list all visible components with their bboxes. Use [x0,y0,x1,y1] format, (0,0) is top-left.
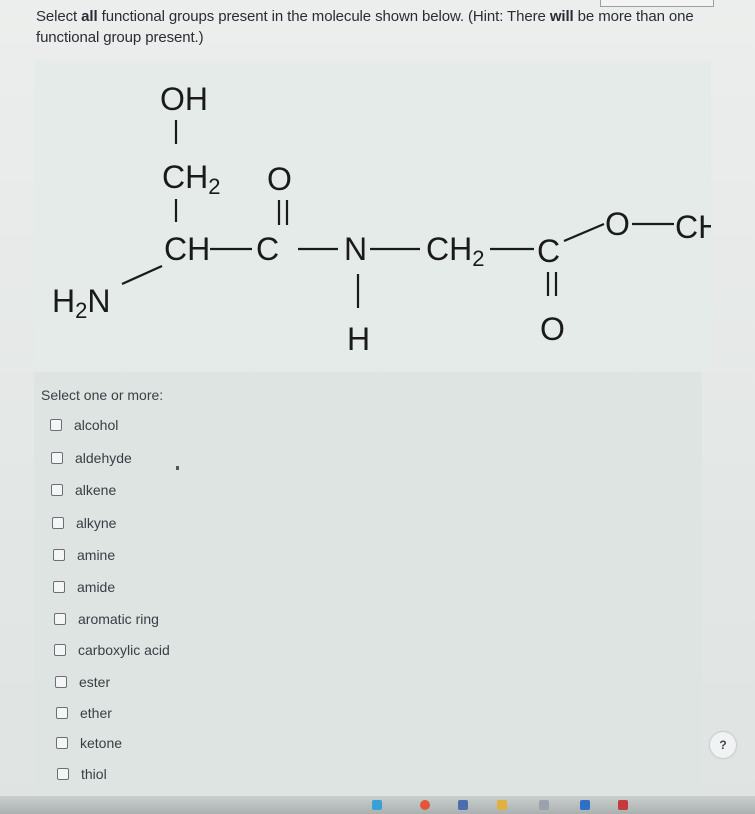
option-aromatic-ring[interactable]: aromatic ring [54,611,159,627]
ch-label: CH [164,231,210,267]
question-text: Select all functional groups present in … [36,8,694,46]
ether-o-label: O [605,206,630,242]
ch2-top-label: CH2 [162,159,220,199]
oh-label: OH [160,81,208,117]
option-ketone[interactable]: ketone [56,735,122,751]
option-aldehyde[interactable]: aldehyde [51,450,132,466]
answer-panel [34,372,702,792]
cursor-mark [176,466,179,470]
c1-label: C [256,231,279,267]
taskbar-app-icon[interactable] [539,800,549,810]
taskbar-browser-icon[interactable] [420,800,430,810]
checkbox-amide[interactable] [53,581,65,593]
select-prompt: Select one or more: [41,387,164,403]
taskbar-app-icon[interactable] [372,800,382,810]
checkbox-aldehyde[interactable] [51,452,63,464]
checkbox-thiol[interactable] [57,768,69,780]
h2n-label: H2N [52,283,110,323]
checkbox-alkene[interactable] [51,484,63,496]
option-carboxylic-acid[interactable]: carboxylic acid [54,642,170,658]
bond-h2n-ch [121,264,163,286]
h-label: H [347,321,370,357]
option-alkene[interactable]: alkene [51,482,116,498]
option-alkyne[interactable]: alkyne [52,515,116,531]
taskbar [0,796,755,814]
molecule-structure: OH CH2 O CH C N CH2 C O CH O H H2N [52,81,711,357]
ch3-label: CH3 [675,209,711,249]
c2-label: C [537,233,560,269]
checkbox-alkyne[interactable] [52,517,64,529]
option-ether[interactable]: ether [56,705,112,721]
option-ester[interactable]: ester [55,674,110,690]
help-button[interactable]: ? [710,732,736,758]
ch2-mid-label: CH2 [426,231,484,271]
n-label: N [344,231,367,267]
checkbox-ketone[interactable] [56,737,68,749]
carbonyl-o-bottom-label: O [540,311,565,347]
molecule-figure: OH CH2 O CH C N CH2 C O CH O H H2N [34,60,711,366]
option-thiol[interactable]: thiol [57,766,107,782]
taskbar-app-icon[interactable] [458,800,468,810]
checkbox-carboxylic-acid[interactable] [54,644,66,656]
bond-c2-o [563,222,605,243]
taskbar-folder-icon[interactable] [497,800,507,810]
taskbar-app-icon[interactable] [618,800,628,810]
carbonyl-o-top-label: O [267,161,292,197]
option-alcohol[interactable]: alcohol [50,417,118,433]
taskbar-mail-icon[interactable] [580,800,590,810]
checkbox-ether[interactable] [56,707,68,719]
option-amine[interactable]: amine [53,547,115,563]
checkbox-amine[interactable] [53,549,65,561]
checkbox-alcohol[interactable] [50,419,62,431]
option-amide[interactable]: amide [53,579,115,595]
checkbox-aromatic-ring[interactable] [54,613,66,625]
quiz-page: Select all functional groups present in … [0,0,755,814]
checkbox-ester[interactable] [55,676,67,688]
